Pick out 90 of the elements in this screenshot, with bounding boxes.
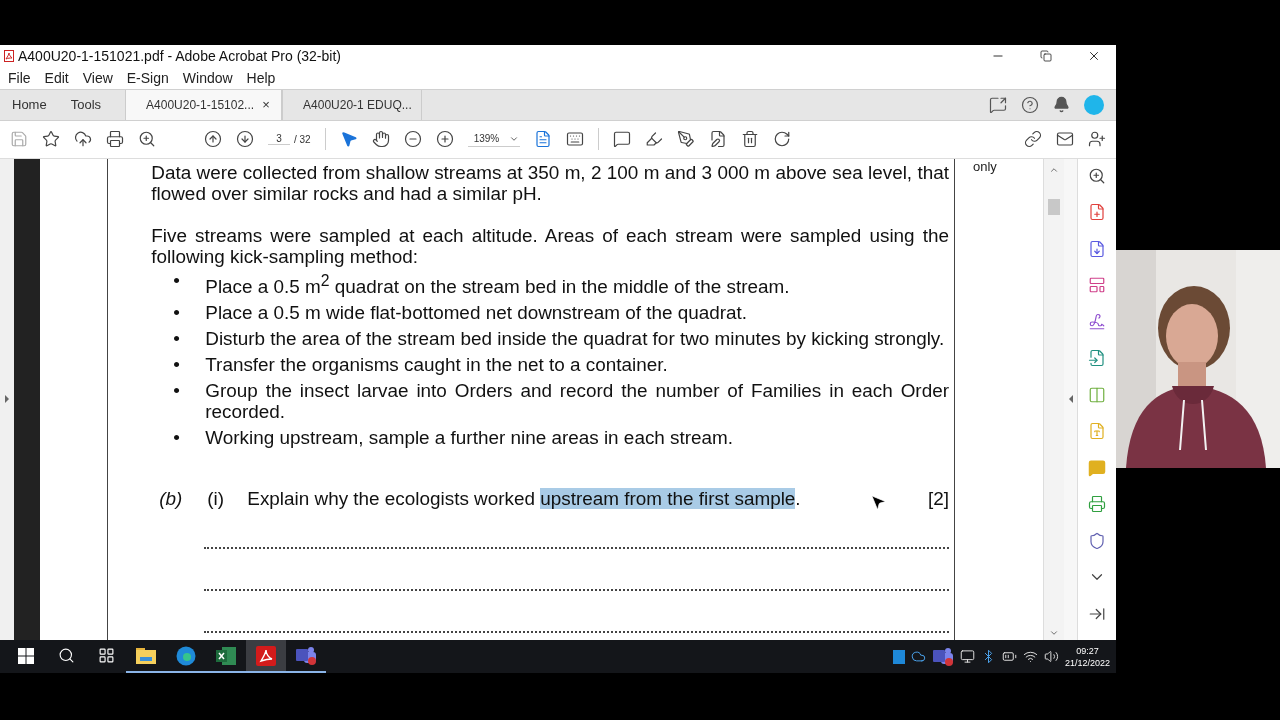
link-icon[interactable] [1024, 130, 1042, 149]
cloud-icon[interactable] [910, 649, 926, 664]
clock-time: 09:27 [1076, 644, 1099, 657]
window-title: A400U20-1-151021.pdf - Adobe Acrobat Pro (32-bit) [18, 47, 342, 64]
pointer-icon[interactable] [339, 130, 358, 149]
margin-note: only [972, 158, 997, 174]
next-page-icon[interactable] [236, 130, 254, 149]
nav-tab[interactable]: Home [0, 89, 59, 120]
marks: [2] [927, 487, 949, 509]
bell-icon[interactable] [1053, 96, 1070, 114]
list-item: Group the insect larvae into Orders and record the number of Families in each Order recorded. [205, 379, 949, 422]
edit-document-icon[interactable] [708, 130, 727, 149]
previous-page-icon[interactable] [204, 130, 222, 149]
list-item: Working upstream, sample a further nine areas in each stream. [205, 426, 735, 448]
keyboard-icon[interactable] [565, 130, 584, 149]
pdf-icon [4, 49, 14, 62]
scan-icon[interactable] [1088, 495, 1107, 514]
battery-icon[interactable] [1001, 649, 1017, 664]
trash-icon[interactable] [740, 130, 759, 149]
chat-icon[interactable] [931, 646, 954, 667]
page-fit-icon[interactable] [533, 130, 552, 149]
menu-item[interactable]: View [82, 69, 113, 86]
scroll-down-icon[interactable] [1049, 628, 1060, 638]
zoom-in-icon[interactable] [435, 130, 454, 149]
tab-label: A400U20-1 EDUQ... [303, 97, 412, 112]
page-number-field[interactable]: 3 [268, 133, 290, 146]
zoom-field[interactable]: 139% [467, 131, 520, 148]
nav-tab[interactable]: Tools [58, 89, 114, 120]
shield-icon[interactable] [1088, 531, 1107, 550]
mail-icon[interactable] [1056, 130, 1074, 149]
pdf-icon[interactable] [256, 645, 276, 666]
upload-icon[interactable] [74, 130, 92, 149]
menu-item[interactable]: File [8, 69, 31, 86]
collapse-panel-icon[interactable] [1068, 395, 1073, 404]
clock-date: 21/12/2022 [1064, 656, 1110, 669]
signature-icon[interactable] [1088, 312, 1107, 331]
search-icon[interactable] [1088, 166, 1107, 185]
export-pdf-icon[interactable] [1088, 239, 1107, 258]
windows-icon[interactable] [18, 647, 34, 664]
list-item: Transfer the organisms caught in the net to a container. [205, 353, 669, 375]
hand-icon[interactable] [371, 130, 390, 149]
paragraph: Data were collected from shallow streams at 350 m, 2 100 m and 3 000 m above sea level, that flowed over similar rocks and had a similar pH. [151, 161, 949, 204]
menu-item[interactable]: Window [182, 69, 233, 86]
rotate-icon[interactable] [772, 130, 791, 149]
close-tab-button[interactable]: × [262, 97, 270, 113]
spreadsheet-icon[interactable] [216, 646, 236, 665]
share-icon[interactable] [989, 95, 1007, 114]
document-tab[interactable]: A400U20-1-15102... × [125, 89, 283, 120]
paragraph: Five streams were sampled at each altitude. Areas of each stream were sampled using the following kick-sampling method: [151, 224, 949, 267]
pen-icon[interactable] [676, 130, 695, 149]
zoom-out-icon[interactable] [403, 130, 422, 149]
star-icon[interactable] [42, 130, 60, 149]
create-pdf-icon[interactable] [1088, 203, 1107, 222]
help-icon[interactable] [1021, 95, 1039, 114]
bullet: • [172, 353, 181, 375]
part-label: (b) [158, 487, 184, 509]
expand-panel-icon[interactable] [4, 395, 9, 404]
menu-item[interactable]: Edit [44, 69, 69, 86]
organize-pages-icon[interactable] [1088, 276, 1107, 295]
task-view-icon[interactable] [97, 647, 115, 664]
menu-item[interactable]: E-Sign [126, 69, 169, 86]
page-count: / 32 [294, 133, 311, 145]
add-user-icon[interactable] [1088, 130, 1106, 149]
search-icon[interactable] [138, 130, 156, 149]
highlighter-icon[interactable] [644, 130, 663, 149]
bullet: • [172, 379, 181, 403]
list-item: Place a 0.5 m$^{2}$ quadrat on the stream bed in the middle of the stream. [205, 270, 791, 297]
subpart-label: (i) [207, 487, 226, 509]
search-icon[interactable] [57, 647, 75, 664]
folder-icon[interactable] [136, 647, 156, 664]
question-text: Explain why the ecologists worked upstream from the first sample. [247, 487, 802, 509]
list-item: Disturb the area of the stream bed inside the quadrat for two minutes by kicking strongly. [205, 327, 946, 349]
send-file-icon[interactable] [1088, 349, 1107, 368]
browser-icon[interactable] [176, 645, 196, 666]
chat-icon[interactable] [295, 645, 317, 666]
volume-icon[interactable] [1043, 649, 1059, 664]
bullet: • [172, 269, 181, 293]
wifi-icon[interactable] [1022, 649, 1038, 664]
bullet: • [172, 426, 181, 448]
bullet: • [172, 301, 181, 323]
tab-label: A400U20-1-15102... [146, 97, 255, 112]
scrollbar-thumb[interactable] [1048, 198, 1061, 215]
menu-item[interactable]: Help [246, 69, 276, 86]
bullet: • [172, 327, 181, 349]
list-item: Place a 0.5 m wide flat-bottomed net downstream of the quadrat. [205, 301, 749, 323]
display-icon[interactable] [959, 649, 975, 664]
restore-icon[interactable] [1040, 49, 1052, 62]
printer-icon[interactable] [106, 130, 124, 149]
document-tab[interactable]: A400U20-1 EDUQ... [282, 89, 423, 120]
comment-icon[interactable] [612, 130, 631, 149]
